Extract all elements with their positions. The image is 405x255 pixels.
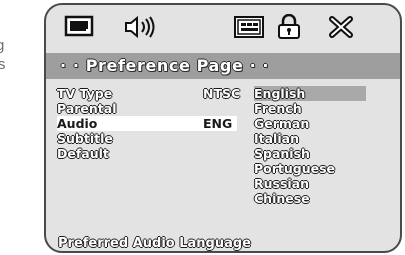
menu-values: NTSC ENG [203, 86, 240, 161]
dolby-panel-icon[interactable] [232, 14, 266, 40]
monitor-icon[interactable] [62, 14, 96, 40]
option-chinese[interactable]: Chinese [254, 191, 366, 206]
page-header-bar: · · Preference Page · · [46, 53, 400, 79]
option-spanish[interactable]: Spanish [254, 146, 366, 161]
value-subtitle [203, 131, 240, 146]
value-parental [203, 101, 240, 116]
option-russian[interactable]: Russian [254, 176, 366, 191]
speaker-icon[interactable] [122, 14, 156, 40]
value-tv-type: NTSC [203, 86, 241, 101]
value-audio: ENG [203, 116, 233, 131]
side-caption-line-2: s [0, 56, 6, 73]
icon-bar [46, 5, 400, 47]
option-french[interactable]: French [254, 101, 366, 116]
exit-icon[interactable] [324, 14, 358, 40]
option-german[interactable]: German [254, 116, 366, 131]
osd-screen: · · Preference Page · · TV Type Parental… [44, 3, 402, 253]
side-caption-line-1: g [0, 37, 5, 54]
language-options: English French German Italian Spanish Po… [254, 86, 366, 206]
status-hint: Preferred Audio Language [58, 236, 252, 251]
option-portuguese[interactable]: Portuguese [254, 161, 366, 176]
lock-icon[interactable] [272, 14, 306, 40]
option-italian[interactable]: Italian [254, 131, 366, 146]
value-default [203, 146, 240, 161]
page-title: · · Preference Page · · [60, 56, 270, 75]
option-english[interactable]: English [254, 86, 366, 101]
